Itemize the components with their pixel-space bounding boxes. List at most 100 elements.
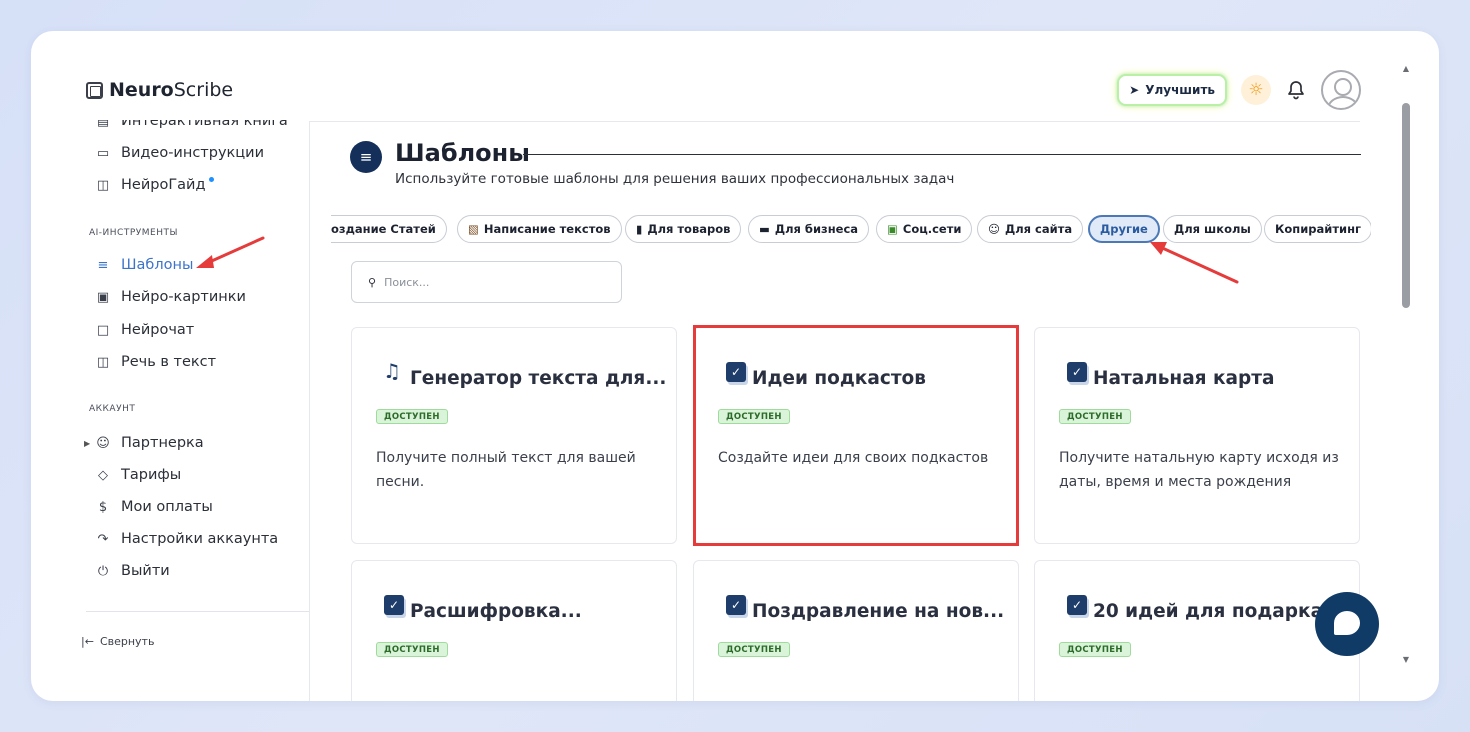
- sidebar-item-payments[interactable]: $ Мои оплаты: [95, 499, 213, 515]
- tab-products[interactable]: ▮ Для товаров: [625, 215, 742, 243]
- title-rule: [523, 154, 1361, 155]
- search-input[interactable]: ⚲ Поиск...: [351, 261, 622, 303]
- tab-label: Для товаров: [647, 222, 731, 236]
- sidebar-item-label: Видео-инструкции: [121, 145, 265, 161]
- tab-label: Для школы: [1174, 222, 1251, 236]
- login-icon: ↷: [97, 531, 109, 547]
- sidebar-item-label: Выйти: [121, 563, 170, 579]
- image-icon: ▣: [96, 289, 110, 305]
- sidebar-divider: [309, 121, 310, 701]
- section-account: АККАУНТ: [89, 404, 136, 414]
- tab-site[interactable]: ☺ Для сайта: [977, 215, 1084, 243]
- tab-social[interactable]: ▣ Соц.сети: [876, 215, 973, 243]
- sidebar-item-account-settings[interactable]: ↷ Настройки аккаунта: [95, 531, 279, 547]
- sidebar-item-video[interactable]: ▭ Видео-инструкции: [95, 145, 264, 161]
- collapse-icon: |←: [81, 635, 94, 648]
- sidebar-item-partners[interactable]: ☺ Партнерка: [95, 435, 204, 451]
- page-subtitle: Используйте готовые шаблоны для решения …: [395, 171, 955, 187]
- checkbox-icon: ✓: [384, 595, 404, 615]
- checkbox-icon: ✓: [726, 595, 746, 615]
- books-icon: ▧: [468, 222, 479, 236]
- card-description: Получите полный текст для вашей песни.: [376, 450, 636, 490]
- sidebar-item-label: Настройки аккаунта: [121, 531, 279, 547]
- sidebar-item-tariffs[interactable]: ◇ Тарифы: [95, 467, 181, 483]
- card-title: Натальная карта: [1093, 368, 1275, 389]
- tab-school[interactable]: Для школы: [1163, 215, 1262, 243]
- template-card[interactable]: ✓ Поздравление на нов... ДОСТУПЕН: [693, 560, 1019, 701]
- new-dot: [208, 177, 214, 182]
- tab-copywriting[interactable]: Копирайтинг: [1264, 215, 1371, 243]
- tab-label: Соц.сети: [902, 222, 962, 236]
- checkbox-icon: ✓: [1067, 595, 1087, 615]
- sidebar-item-label: Речь в текст: [121, 354, 217, 370]
- sidebar-item-speech-to-text[interactable]: ◫ Речь в текст: [95, 354, 216, 370]
- sidebar-item-templates[interactable]: ≡ Шаблоны: [95, 257, 194, 273]
- sidebar-item-neuroguide[interactable]: ◫ НейроГайд: [95, 177, 214, 193]
- scroll-up-icon[interactable]: ▲: [1403, 64, 1409, 73]
- avatar[interactable]: [1321, 70, 1361, 110]
- header-actions: ➤ Улучшить ☼: [1117, 70, 1361, 110]
- sidebar-item-label: Мои оплаты: [121, 499, 213, 515]
- sidebar-item-logout[interactable]: ⏻ Выйти: [95, 563, 170, 579]
- tab-label: Другие: [1100, 222, 1148, 236]
- card-title: Генератор текста для...: [410, 368, 667, 389]
- phone-icon: ▮: [636, 222, 643, 236]
- dollar-icon: $: [98, 499, 108, 515]
- card-title: 20 идей для подарка: [1093, 601, 1324, 622]
- tab-label: Написание текстов: [483, 222, 611, 236]
- scrollbar-thumb[interactable]: [1402, 103, 1410, 308]
- card-description: Получите натальную карту исходя из даты,…: [1059, 450, 1339, 490]
- card-title: Поздравление на нов...: [752, 601, 1005, 622]
- power-icon: ⏻: [97, 563, 109, 579]
- card-title: Расшифровка...: [410, 601, 582, 622]
- tab-business[interactable]: ▬ Для бизнеса: [748, 215, 870, 243]
- caret-right-icon[interactable]: ▶: [84, 439, 90, 448]
- tab-articles[interactable]: оздание Статей: [331, 215, 447, 243]
- chat-icon: □: [96, 322, 110, 338]
- sidebar-item-label: Нейрочат: [121, 322, 195, 338]
- templates-stack-icon: ≡: [350, 141, 382, 173]
- book-icon: ▤: [96, 113, 110, 129]
- laptop-icon: ▬: [759, 222, 770, 236]
- section-ai-tools: AI-ИНСТРУМЕНТЫ: [89, 228, 178, 238]
- ledger-icon: ▣: [887, 222, 898, 236]
- template-card[interactable]: ✓ Натальная карта ДОСТУПЕН Получите ната…: [1034, 327, 1360, 544]
- theme-toggle-sun-icon[interactable]: ☼: [1241, 75, 1271, 105]
- upgrade-label: Улучшить: [1145, 83, 1215, 97]
- scroll-down-icon[interactable]: ▼: [1403, 655, 1409, 664]
- tab-other[interactable]: Другие: [1088, 215, 1160, 243]
- sidebar-item-interactive-book[interactable]: ▤ Интерактивная книга: [95, 113, 288, 129]
- sidebar-item-label: Шаблоны: [121, 257, 194, 273]
- mask-icon: ☺: [988, 222, 1000, 236]
- status-badge: ДОСТУПЕН: [1059, 409, 1131, 424]
- tab-label: Копирайтинг: [1275, 222, 1362, 236]
- rocket-icon: ➤: [1129, 83, 1140, 97]
- template-card[interactable]: ✓ Расшифровка... ДОСТУПЕН: [351, 560, 677, 701]
- headphones-icon: ◫: [96, 354, 110, 370]
- app-window: NeuroScribe ➤ Улучшить ☼ ▤ Интерактивная…: [31, 31, 1439, 701]
- sidebar-item-neurochat[interactable]: □ Нейрочат: [95, 322, 194, 338]
- tag-icon: ◇: [98, 467, 108, 483]
- sidebar-item-label: Партнерка: [121, 435, 204, 451]
- header-divider: [310, 121, 1360, 122]
- status-badge: ДОСТУПЕН: [376, 642, 448, 657]
- tab-label: оздание Статей: [331, 222, 436, 236]
- template-card[interactable]: ✓ 20 идей для подарка ДОСТУПЕН: [1034, 560, 1360, 701]
- tab-label: Для сайта: [1005, 222, 1073, 236]
- chat-launcher-button[interactable]: [1315, 592, 1379, 656]
- sidebar-item-label: НейроГайд: [121, 177, 206, 193]
- guide-icon: ◫: [96, 177, 110, 193]
- collapse-label: Свернуть: [99, 635, 155, 648]
- sidebar-item-neuro-images[interactable]: ▣ Нейро-картинки: [95, 289, 246, 305]
- upgrade-button[interactable]: ➤ Улучшить: [1117, 74, 1227, 106]
- tab-writing[interactable]: ▧ Написание текстов: [457, 215, 622, 243]
- page-title: Шаблоны: [395, 139, 530, 167]
- video-icon: ▭: [96, 145, 110, 161]
- checkbox-icon: ✓: [1067, 362, 1087, 382]
- category-tabs: оздание Статей ▧ Написание текстов ▮ Для…: [331, 214, 1371, 244]
- sidebar-item-label: Нейро-картинки: [121, 289, 246, 305]
- template-card[interactable]: ♫ Генератор текста для... ДОСТУПЕН Получ…: [351, 327, 677, 544]
- bell-icon[interactable]: [1285, 77, 1307, 103]
- collapse-button[interactable]: |← Свернуть: [81, 635, 154, 648]
- search-placeholder: Поиск...: [384, 275, 430, 289]
